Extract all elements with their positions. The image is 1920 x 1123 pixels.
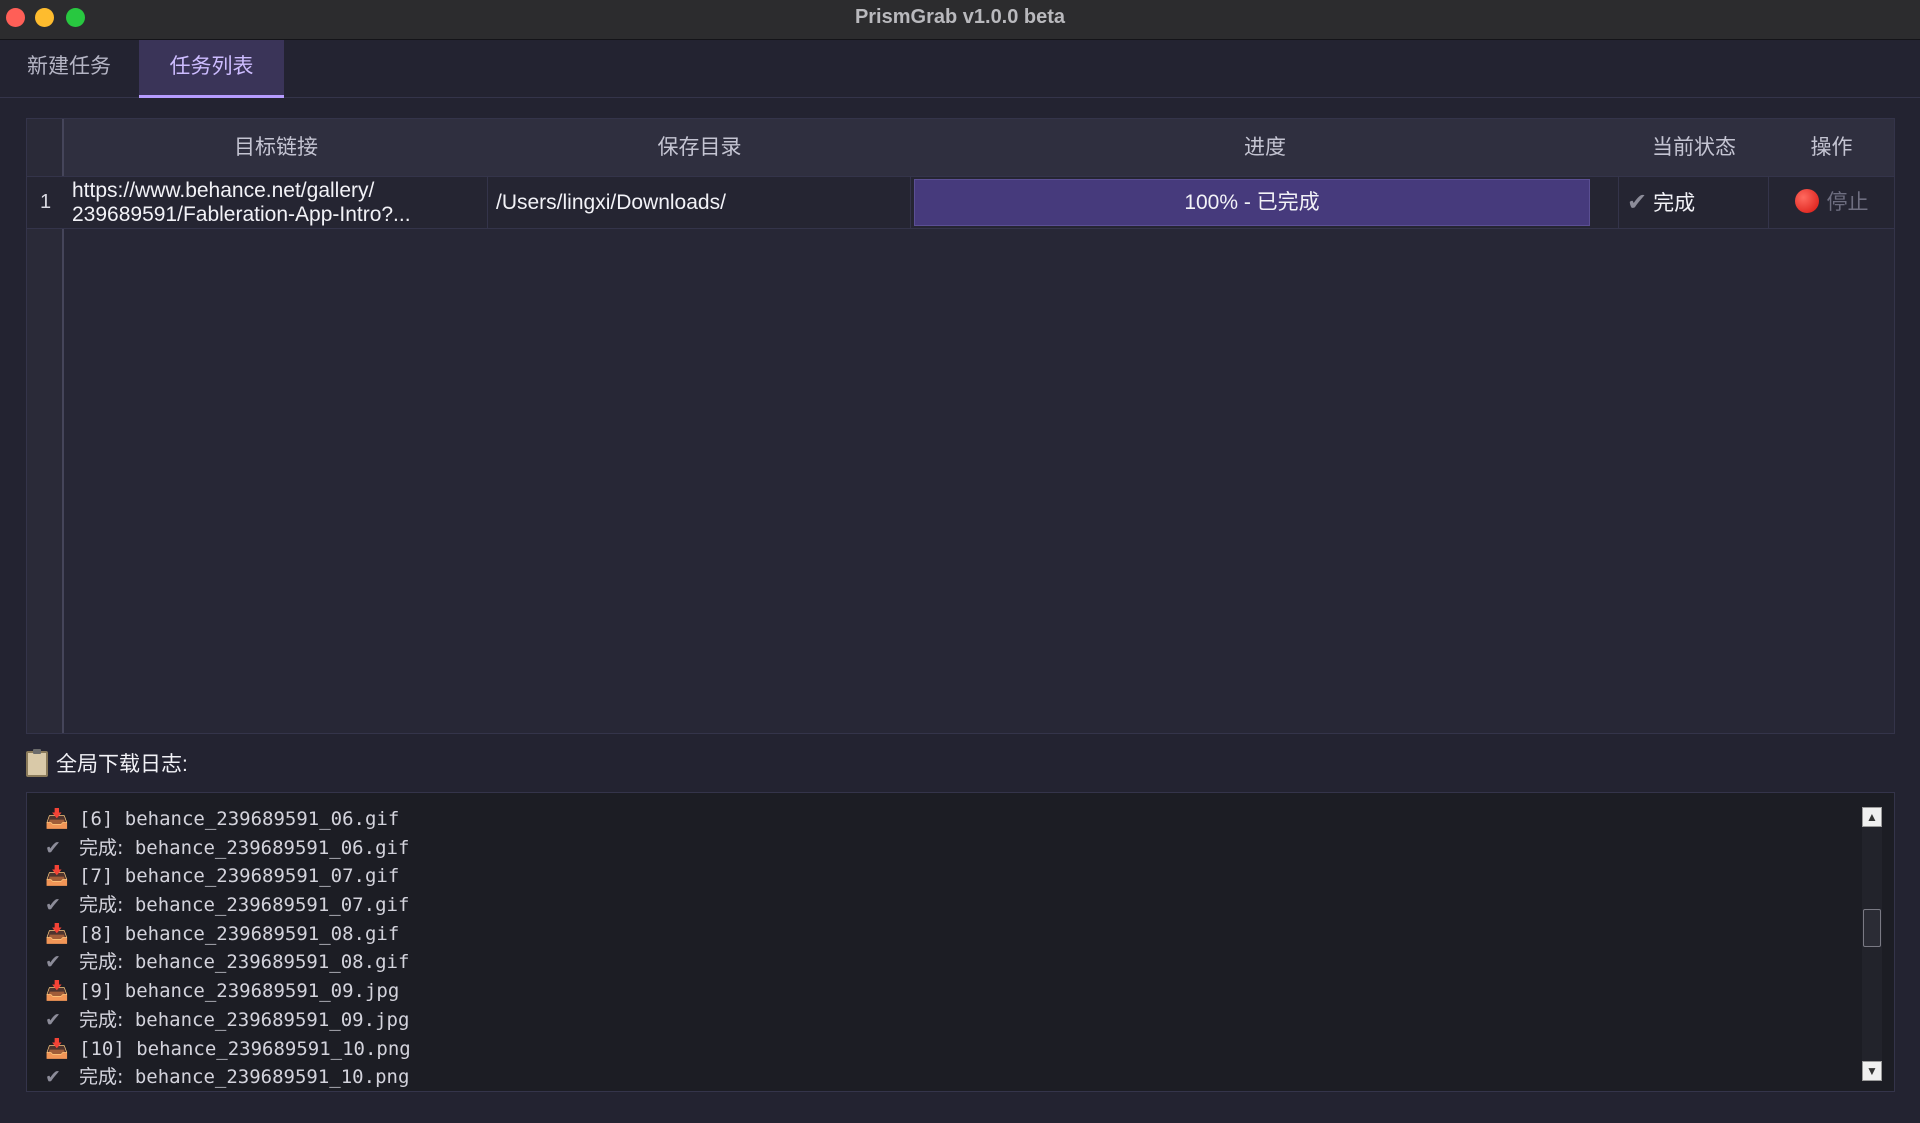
column-header-url[interactable]: 目标链接	[64, 119, 488, 176]
inbox-tray-icon: 📥	[45, 865, 69, 888]
check-icon: ✔	[45, 836, 61, 859]
log-scrollbar[interactable]: ▲ ▼	[1862, 807, 1882, 1081]
tab-bar: 新建任务 任务列表	[0, 40, 1920, 98]
app-window: PrismGrab v1.0.0 beta 新建任务 任务列表 目标链接 保存目…	[0, 0, 1920, 1123]
stop-label: 停止	[1826, 191, 1869, 214]
tab-new-task[interactable]: 新建任务	[0, 40, 138, 98]
column-header-save-dir[interactable]: 保存目录	[488, 119, 911, 176]
title-bar: PrismGrab v1.0.0 beta	[0, 0, 1920, 40]
task-table: 目标链接 保存目录 进度 当前状态 操作 1 https://www.behan…	[26, 118, 1895, 734]
check-icon: ✔	[1627, 189, 1648, 216]
save-dir-cell[interactable]: /Users/lingxi/Downloads/	[488, 177, 911, 228]
inbox-tray-icon: 📥	[45, 808, 69, 830]
table-row[interactable]: 1 https://www.behance.net/gallery/ 23968…	[27, 176, 1894, 229]
log-line: 📥 [8] behance_239689591_08.gif	[45, 920, 1875, 949]
status-cell: ✔ 完成	[1619, 177, 1769, 228]
table-header: 目标链接 保存目录 进度 当前状态 操作	[64, 119, 1894, 176]
check-icon: ✔	[45, 951, 61, 974]
column-header-action[interactable]: 操作	[1769, 119, 1894, 176]
log-line: ✔ 完成: behance_239689591_10.png	[45, 1063, 1875, 1091]
tab-task-list[interactable]: 任务列表	[139, 40, 284, 98]
url-line-1: https://www.behance.net/gallery/	[72, 179, 375, 202]
column-header-progress[interactable]: 进度	[911, 119, 1619, 176]
progress-cell: 100% - 已完成	[911, 177, 1619, 228]
log-panel[interactable]: 📥 [6] behance_239689591_06.gif ✔ 完成: behan…	[26, 792, 1895, 1092]
log-line: ✔ 完成: behance_239689591_07.gif	[45, 891, 1875, 920]
progress-bar: 100% - 已完成	[914, 179, 1590, 226]
log-line: 📥 [7] behance_239689591_07.gif	[45, 862, 1875, 891]
inbox-tray-icon: 📥	[45, 980, 69, 1003]
clipboard-icon	[26, 749, 48, 777]
log-line: ✔ 完成: behance_239689591_06.gif	[45, 834, 1875, 863]
log-header: 全局下载日志:	[26, 748, 188, 782]
check-icon: ✔	[45, 894, 61, 917]
column-header-status[interactable]: 当前状态	[1619, 119, 1769, 176]
log-line: 📥 [6] behance_239689591_06.gif	[45, 805, 1875, 834]
log-line: ✔ 完成: behance_239689591_09.jpg	[45, 1006, 1875, 1035]
inbox-tray-icon: 📥	[45, 1037, 69, 1060]
scroll-thumb[interactable]	[1863, 909, 1881, 947]
url-line-2: 239689591/Fableration-App-Intro?...	[72, 203, 411, 226]
check-icon: ✔	[45, 1066, 61, 1089]
log-title: 全局下载日志:	[56, 753, 188, 776]
log-line: 📥 [9] behance_239689591_09.jpg	[45, 977, 1875, 1006]
scroll-up-button[interactable]: ▲	[1862, 807, 1882, 827]
row-number: 1	[39, 191, 52, 213]
log-lines: 📥 [6] behance_239689591_06.gif ✔ 完成: behan…	[45, 805, 1875, 1091]
inbox-tray-icon: 📥	[45, 922, 69, 945]
stop-button[interactable]: 停止	[1794, 189, 1869, 214]
log-line: ✔ 完成: behance_239689591_08.gif	[45, 948, 1875, 977]
status-text: 完成	[1653, 192, 1696, 215]
log-line: 📥 [10] behance_239689591_10.png	[45, 1035, 1875, 1064]
action-cell: 停止	[1769, 177, 1894, 228]
stop-icon	[1794, 189, 1819, 213]
url-cell[interactable]: https://www.behance.net/gallery/ 2396895…	[64, 177, 488, 228]
window-title: PrismGrab v1.0.0 beta	[854, 6, 1066, 28]
check-icon: ✔	[45, 1008, 61, 1031]
scroll-down-button[interactable]: ▼	[1862, 1061, 1882, 1081]
